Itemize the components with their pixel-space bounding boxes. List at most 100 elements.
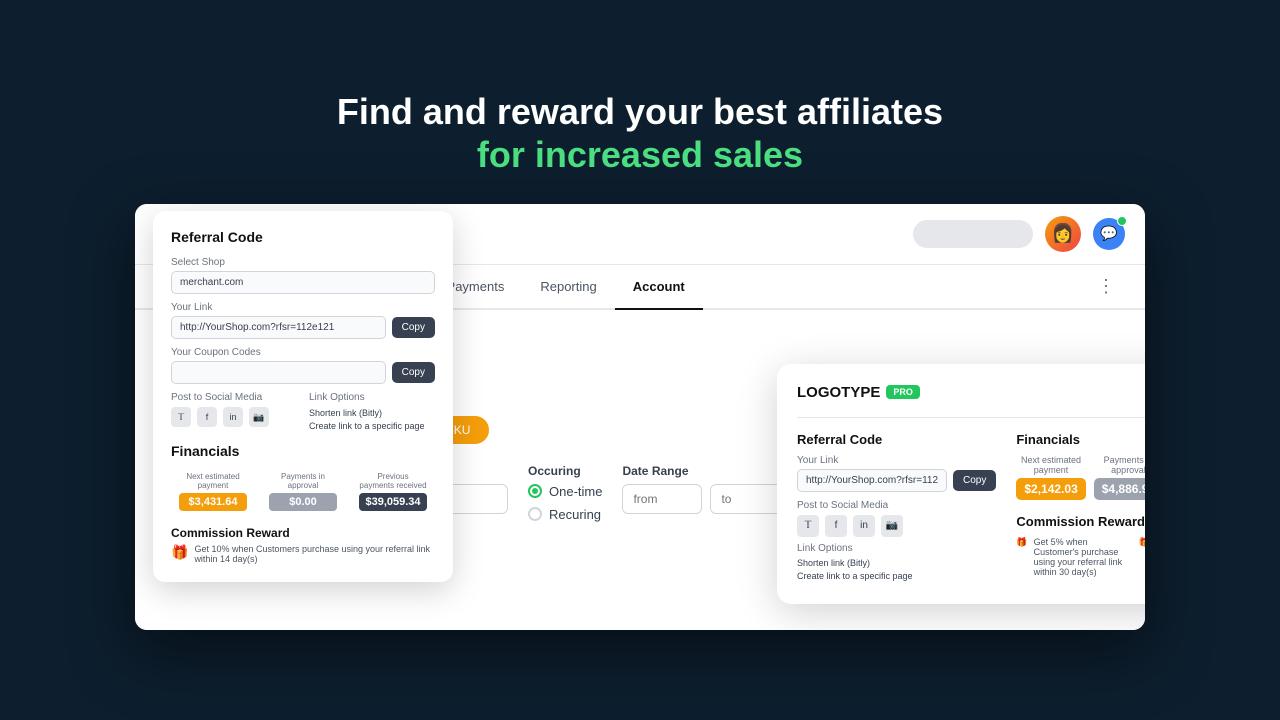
large-commission-items: 🎁 Get 5% when Customer's purchase using … [1016, 537, 1145, 577]
content-wrapper: New Report Report Status Report Type* Ac… [163, 384, 1117, 542]
topbar-right: 👩 💬 [913, 216, 1125, 252]
small-card-link-opts-label: Link Options [309, 392, 435, 403]
large-card-link-input[interactable] [797, 469, 947, 492]
nav-reporting[interactable]: Reporting [522, 265, 614, 308]
large-card-referral-title: Referral Code [797, 432, 996, 447]
pro-badge: PRO [886, 385, 920, 399]
notification-icon[interactable]: 💬 [1093, 218, 1125, 250]
occurring-group: Occuring One-time Recuring [528, 464, 602, 522]
large-stat-next-est: Next estimated payment $2,142.03 [1016, 455, 1085, 500]
small-card-social-col: Post to Social Media 𝕋 f in 📷 [171, 392, 297, 432]
large-social-instagram[interactable]: 📷 [881, 515, 903, 537]
large-fin-stats: Next estimated payment $2,142.03 Payment… [1016, 455, 1145, 500]
small-card-fin-title: Financials [171, 443, 435, 459]
large-card-link-opts-text: Shorten link (Bitly)Create link to a spe… [797, 557, 996, 584]
date-range-group: Date Range [622, 464, 790, 514]
small-card-link-opts-text: Shorten link (Bitly)Create link to a spe… [309, 407, 435, 432]
social-facebook-icon[interactable]: f [197, 407, 217, 427]
avatar[interactable]: 👩 [1045, 216, 1081, 252]
small-card-coupon-input[interactable] [171, 361, 386, 384]
hero-subtitle: for increased sales [337, 134, 943, 176]
large-stat-approval-value: $4,886.91 [1094, 478, 1145, 500]
large-commission-item-2: 🎁 Some products will get a different rat… [1139, 537, 1145, 577]
nav-account[interactable]: Account [615, 265, 703, 310]
large-card-link-opts-title: Link Options [797, 543, 996, 554]
radio-one-time[interactable]: One-time [528, 484, 602, 499]
social-icons: 𝕋 f in 📷 [171, 407, 297, 427]
small-card-coupon-label: Your Coupon Codes [171, 347, 435, 358]
gift-icon: 🎁 [171, 544, 188, 561]
radio-recuring-label: Recuring [549, 507, 601, 522]
date-from-input[interactable] [622, 484, 702, 514]
radio-one-time-dot [528, 484, 542, 498]
stat-next-est-label: Next estimated payment [179, 472, 247, 490]
large-social-linkedin[interactable]: in [853, 515, 875, 537]
small-card-commission-title: Commission Reward [171, 526, 435, 540]
date-inputs [622, 484, 790, 514]
stat-next-est-value: $3,431.64 [179, 493, 247, 511]
large-stat-next-value: $2,142.03 [1016, 478, 1085, 500]
social-instagram-icon[interactable]: 📷 [249, 407, 269, 427]
stat-approval: Payments in approval $0.00 [261, 467, 345, 516]
card-col-referral: Referral Code Your Link Copy Post to Soc… [797, 432, 996, 584]
avatar-emoji: 👩 [1052, 223, 1074, 244]
card-divider [797, 417, 1145, 418]
content-area: Reporting New Report Report Status Repor… [135, 310, 1145, 630]
large-social-twitter[interactable]: 𝕋 [797, 515, 819, 537]
logotype-text: LOGOTYPE [797, 384, 880, 401]
hero-section: Find and reward your best affiliates for… [337, 90, 943, 175]
large-card-copy-btn[interactable]: Copy [953, 470, 996, 491]
large-social-facebook[interactable]: f [825, 515, 847, 537]
notification-badge [1117, 216, 1127, 226]
small-card-link-label: Your Link [171, 302, 435, 313]
large-commission-item-1: 🎁 Get 5% when Customer's purchase using … [1016, 537, 1124, 577]
radio-recuring[interactable]: Recuring [528, 507, 602, 522]
small-card-link-row: Copy [171, 316, 435, 339]
stat-next-est: Next estimated payment $3,431.64 [171, 467, 255, 516]
large-card-link-row: Copy [797, 469, 996, 492]
float-card-small: Referral Code Select Shop merchant.com Y… [153, 211, 453, 581]
stat-received-value: $39,059.34 [359, 493, 427, 511]
large-commission-title: Commission Reward [1016, 514, 1145, 529]
large-stat-approval: Payments in approval $4,886.91 [1094, 455, 1145, 500]
small-card-coupon-copy-btn[interactable]: Copy [392, 362, 435, 383]
stat-approval-label: Payments in approval [269, 472, 337, 490]
stat-received: Previous payments received $39,059.34 [351, 467, 435, 516]
small-card-social-label: Post to Social Media [171, 392, 297, 403]
radio-recuring-dot [528, 507, 542, 521]
stat-received-label: Previous payments received [359, 472, 427, 490]
nav-more-icon[interactable]: ⋮ [1087, 266, 1125, 307]
card-two-col: Referral Code Your Link Copy Post to Soc… [797, 432, 1145, 584]
social-linkedin-icon[interactable]: in [223, 407, 243, 427]
radio-group: One-time Recuring [528, 484, 602, 522]
small-card-commission-item: 🎁 Get 10% when Customers purchase using … [171, 544, 435, 564]
commission1-text: Get 5% when Customer's purchase using yo… [1034, 537, 1125, 577]
large-card-link-label: Your Link [797, 455, 996, 466]
date-range-label: Date Range [622, 464, 790, 478]
logotype-header: LOGOTYPE PRO [797, 384, 1145, 401]
small-card-fin-stats: Next estimated payment $3,431.64 Payment… [171, 467, 435, 516]
small-card-link-opts-col: Link Options Shorten link (Bitly)Create … [309, 392, 435, 432]
gift-icon-2: 🎁 [1139, 537, 1145, 548]
small-card-referral-title: Referral Code [171, 229, 435, 245]
large-card-social: 𝕋 f in 📷 [797, 515, 996, 537]
card-col-financials: Financials Next estimated payment $2,142… [1016, 432, 1145, 584]
stat-approval-value: $0.00 [269, 493, 337, 511]
search-bar[interactable] [913, 220, 1033, 248]
browser-window: ✳ Refersion 👩 💬 Dashboard Manage Channel… [135, 204, 1145, 630]
small-card-fin-section: Financials Next estimated payment $3,431… [171, 443, 435, 564]
small-card-copy-btn[interactable]: Copy [392, 317, 435, 338]
hero-title: Find and reward your best affiliates [337, 90, 943, 133]
gift-icon-1: 🎁 [1016, 537, 1027, 548]
small-card-shop-select[interactable]: merchant.com [171, 271, 435, 294]
small-card-social-row: Post to Social Media 𝕋 f in 📷 Link Optio… [171, 392, 435, 432]
small-card-select-label: Select Shop [171, 257, 435, 268]
large-stat-approval-label: Payments in approval [1094, 455, 1145, 475]
float-card-large: LOGOTYPE PRO Referral Code Your Link Cop… [777, 364, 1145, 604]
small-card-coupon-row: Copy [171, 361, 435, 384]
large-card-fin-title: Financials [1016, 432, 1145, 447]
large-card-social-label: Post to Social Media [797, 500, 996, 511]
large-card-link-opts-section: Link Options Shorten link (Bitly)Create … [797, 543, 996, 584]
social-twitter-icon[interactable]: 𝕋 [171, 407, 191, 427]
small-card-link-input[interactable] [171, 316, 386, 339]
